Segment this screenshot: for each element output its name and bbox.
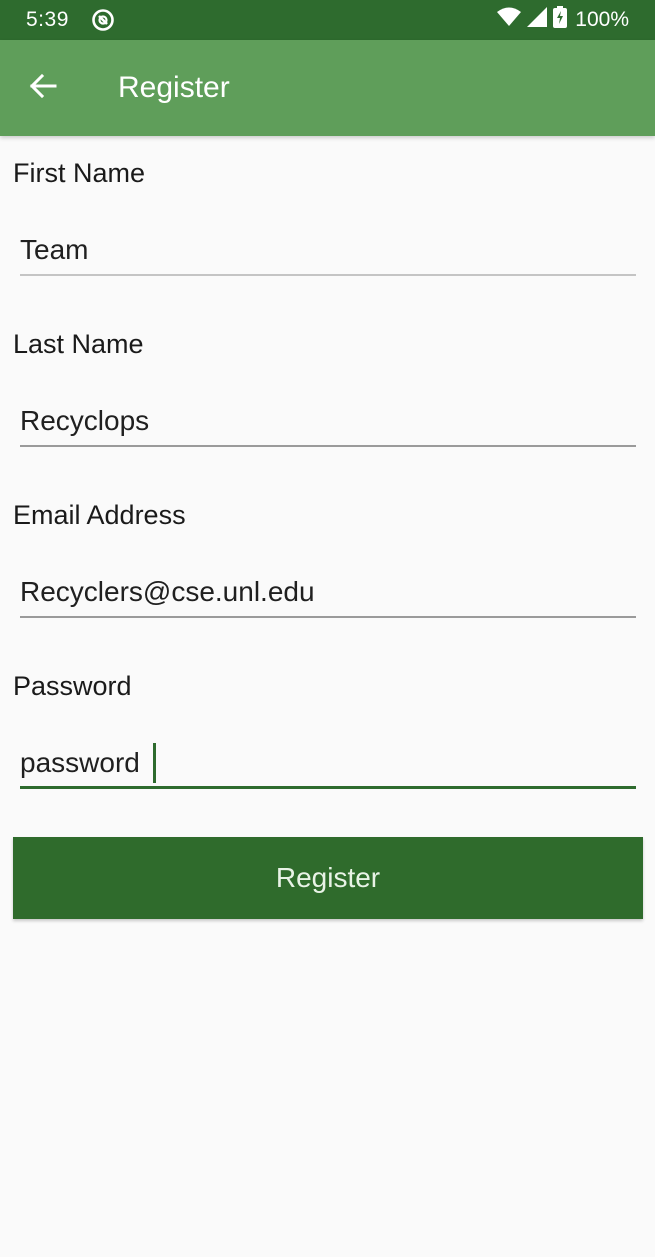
back-button[interactable] [23, 68, 63, 108]
status-bar: 5:39 100% [0, 0, 655, 40]
first-name-label: First Name [13, 158, 146, 188]
last-name-field[interactable] [20, 397, 636, 447]
signal-icon [527, 7, 548, 33]
email-label: Email Address [13, 500, 186, 530]
status-time: 5:39 [26, 8, 69, 31]
app-notification-icon [91, 8, 115, 32]
last-name-label: Last Name [13, 329, 144, 359]
text-cursor [153, 743, 156, 783]
password-field[interactable] [20, 739, 636, 789]
wifi-icon [497, 7, 522, 33]
app-bar: Register [0, 40, 655, 136]
battery-charging-icon [553, 6, 568, 34]
arrow-back-icon [28, 71, 58, 106]
battery-percent: 100% [575, 8, 629, 31]
page-title: Register [118, 71, 230, 104]
first-name-field[interactable] [20, 226, 636, 276]
register-button[interactable]: Register [13, 837, 643, 919]
password-label: Password [13, 671, 132, 701]
email-field[interactable] [20, 568, 636, 618]
